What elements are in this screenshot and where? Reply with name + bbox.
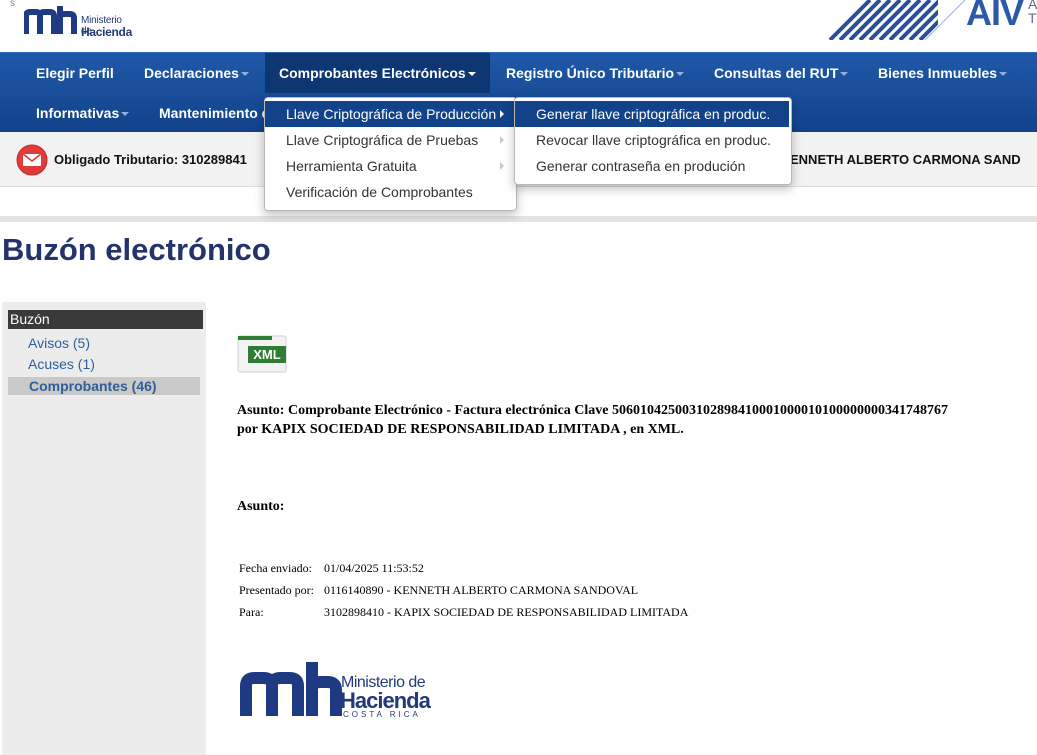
separator-band (0, 216, 1037, 222)
llave-produccion-submenu: Generar llave criptográfica en produc. R… (514, 97, 792, 185)
xml-icon-label: XML (253, 347, 281, 362)
menu-item-label: Llave Criptográfica de Producción (286, 106, 497, 122)
secondary-subject-label: Asunto: (237, 499, 285, 514)
nav-label: Comprobantes Electrónicos (279, 65, 466, 81)
corner-glyph: s (10, 0, 15, 9)
sidebar-item-comprobantes[interactable]: Comprobantes (46) (29, 378, 157, 394)
message-subject: Asunto: Comprobante Electrónico - Factur… (237, 401, 1037, 439)
site-header: s Ministerio de Hacienda AIV A T (0, 0, 1037, 52)
logo-line-2: Hacienda (81, 25, 132, 39)
aiv-side-text-2: T (1028, 10, 1037, 26)
menu-item-herramienta-gratuita[interactable]: Herramienta Gratuita (265, 153, 514, 179)
nav-mantenimiento[interactable]: Mantenimiento d (159, 105, 270, 121)
chevron-right-icon (500, 110, 504, 118)
nav-label: Elegir Perfil (36, 65, 114, 81)
mh-logo-icon (24, 6, 77, 34)
menu-item-llave-produccion[interactable]: Llave Criptográfica de Producción (265, 101, 514, 127)
presentado-por-value: 0116140890 - KENNETH ALBERTO CARMONA SAN… (324, 583, 639, 597)
caret-down-icon (676, 72, 685, 77)
caret-down-icon (240, 72, 249, 77)
caret-down-icon (840, 72, 849, 77)
aiv-brand: AIV (966, 0, 1024, 33)
menu-item-label: Verificación de Comprobantes (286, 184, 473, 200)
fecha-enviado-value: 01/04/2025 11:53:52 (324, 561, 424, 575)
nav-label: Mantenimiento d (159, 105, 271, 121)
mailbox-sidebar: Buzón Avisos (5) Acuses (1) Comprobantes… (2, 302, 206, 755)
chevron-right-icon (500, 136, 504, 144)
presentado-por-label: Presentado por: (239, 583, 314, 597)
sidebar-item-acuses[interactable]: Acuses (1) (28, 356, 95, 372)
nav-label: Declaraciones (144, 65, 239, 81)
nav-label: Registro Único Tributario (506, 65, 675, 81)
header-stripes-decoration (828, 0, 980, 40)
nav-bienes-inmuebles[interactable]: Bienes Inmuebles (878, 65, 1008, 81)
xml-file-icon[interactable]: XML (237, 335, 289, 375)
nav-consultas-rut[interactable]: Consultas del RUT (714, 65, 849, 81)
subject-line-2: por KAPIX SOCIEDAD DE RESPONSABILIDAD LI… (237, 422, 684, 437)
fecha-enviado-label: Fecha enviado: (239, 561, 312, 575)
chevron-right-icon (500, 162, 504, 170)
nav-label: Bienes Inmuebles (878, 65, 998, 81)
sidebar-item-avisos[interactable]: Avisos (5) (28, 335, 90, 351)
mail-notification-icon[interactable] (16, 144, 48, 176)
menu-item-generar-llave[interactable]: Generar llave criptográfica en produc. (515, 101, 789, 127)
para-value: 3102898410 - KAPIX SOCIEDAD DE RESPONSAB… (324, 605, 689, 619)
page-title: Buzón electrónico (2, 232, 271, 267)
sidebar-header: Buzón (8, 310, 203, 329)
menu-item-verificacion-comprobantes[interactable]: Verificación de Comprobantes (265, 179, 514, 205)
caret-down-icon (121, 112, 130, 117)
comprobantes-dropdown-menu: Llave Criptográfica de Producción Llave … (264, 97, 517, 211)
nav-elegir-perfil[interactable]: Elegir Perfil (36, 65, 114, 81)
nav-informativas[interactable]: Informativas (36, 105, 130, 121)
nav-label: Informativas (36, 105, 120, 121)
nav-declaraciones[interactable]: Declaraciones (144, 65, 249, 81)
menu-item-label: Llave Criptográfica de Pruebas (286, 132, 479, 148)
caret-down-icon (999, 72, 1008, 77)
caret-down-icon (467, 72, 476, 77)
menu-item-revocar-llave[interactable]: Revocar llave criptográfica en produc. (515, 127, 789, 153)
nav-comprobantes-electronicos[interactable]: Comprobantes Electrónicos (265, 53, 490, 93)
menu-item-label: Herramienta Gratuita (286, 158, 417, 174)
menu-item-generar-contrasena[interactable]: Generar contraseña en produción (515, 153, 789, 179)
para-label: Para: (239, 605, 264, 619)
subject-line-1: Asunto: Comprobante Electrónico - Factur… (237, 403, 948, 418)
footer-logo-line-3: COSTA RICA (343, 710, 421, 719)
taxpayer-name: ENNETH ALBERTO CARMONA SAND (790, 152, 1021, 167)
menu-item-llave-pruebas[interactable]: Llave Criptográfica de Pruebas (265, 127, 514, 153)
nav-registro-unico-tributario[interactable]: Registro Único Tributario (506, 65, 685, 81)
taxpayer-id-label: Obligado Tributario: 310289841 (54, 152, 247, 167)
nav-label: Consultas del RUT (714, 65, 839, 81)
